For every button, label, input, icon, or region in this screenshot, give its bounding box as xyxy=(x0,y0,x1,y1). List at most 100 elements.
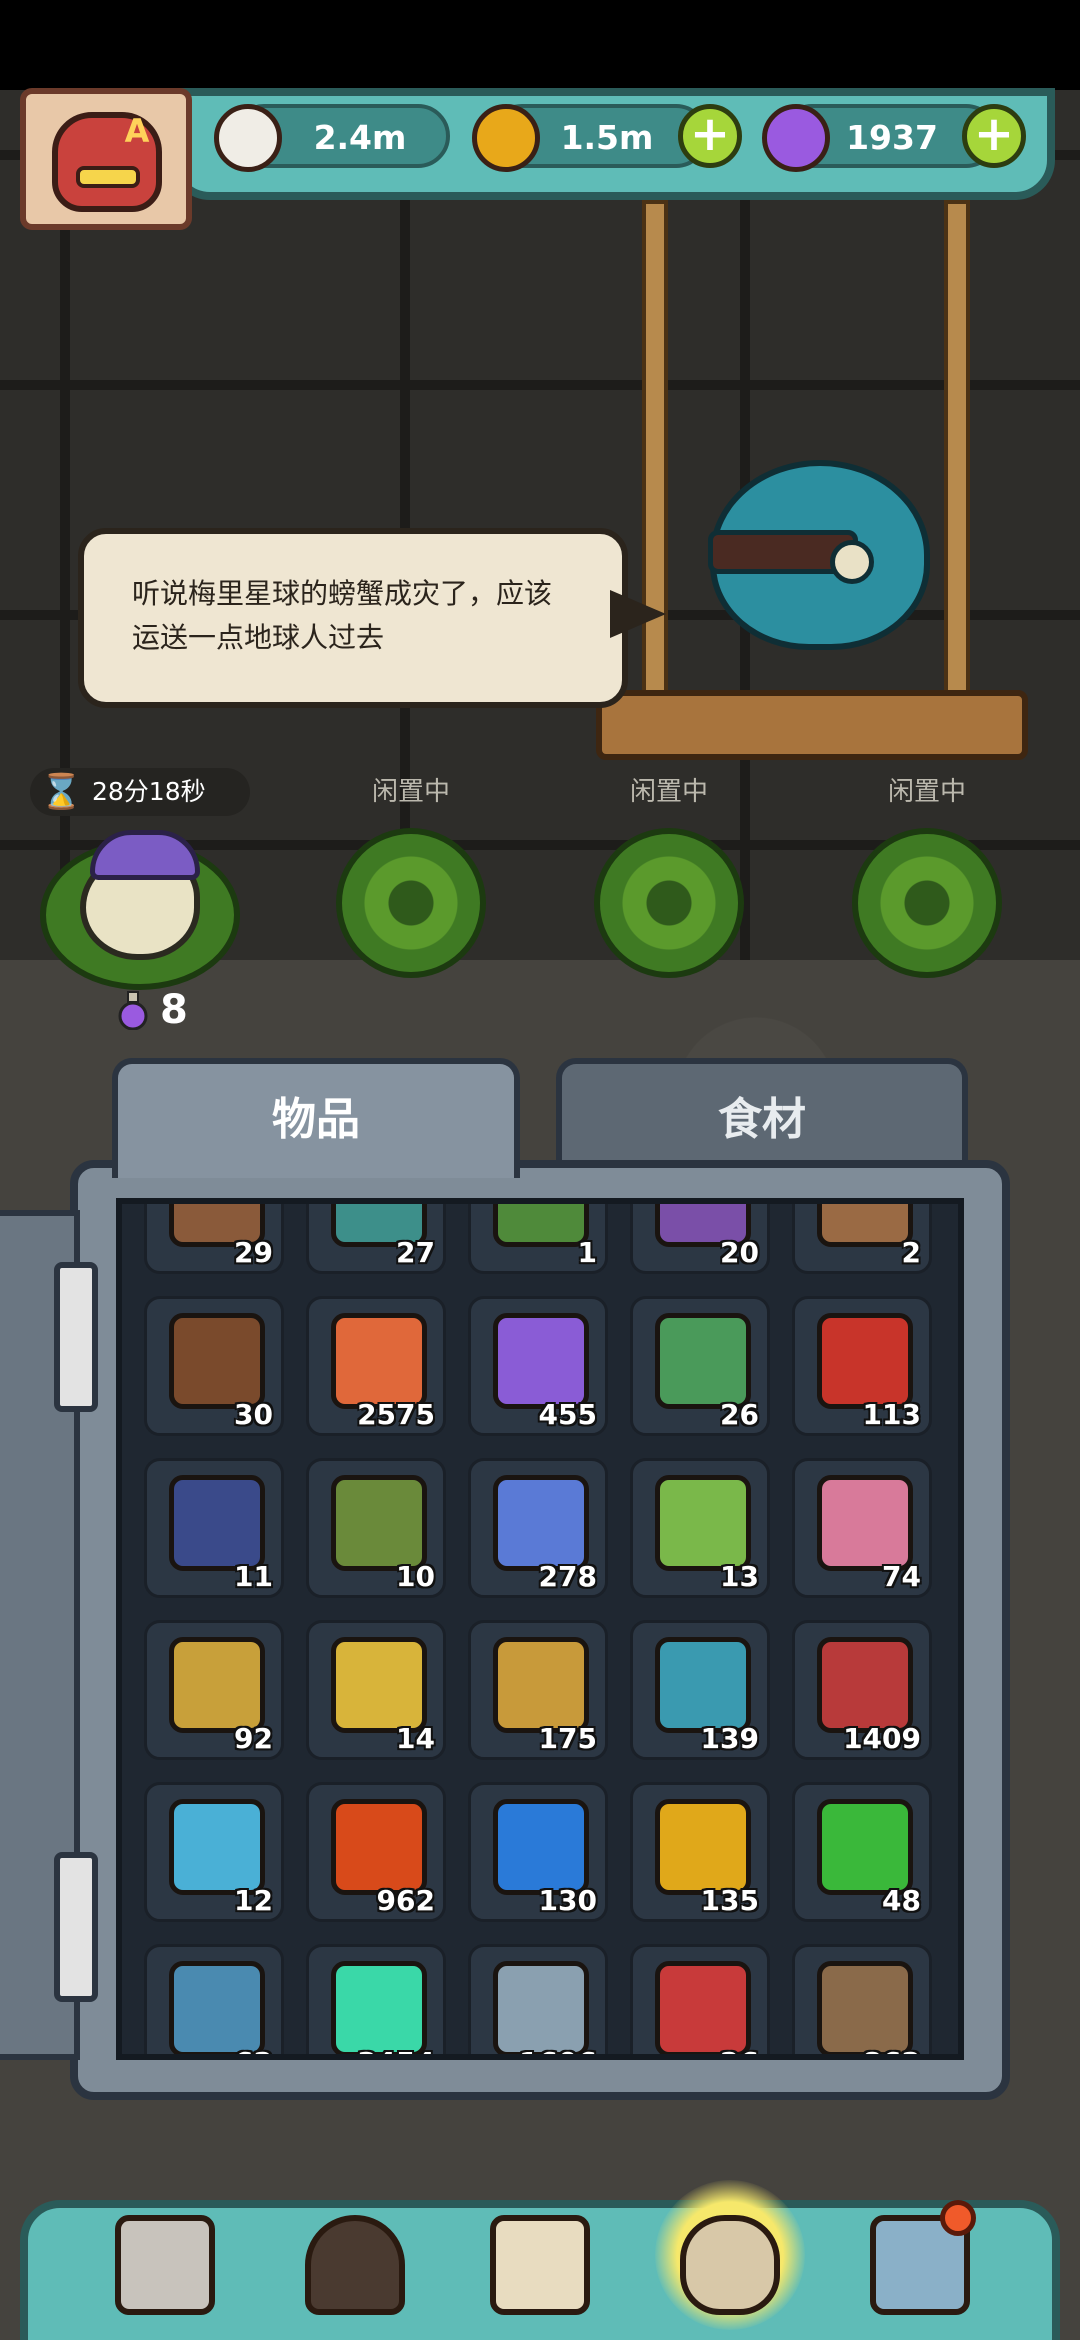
item-count: 26 xyxy=(720,2046,759,2054)
slot-4-empty[interactable] xyxy=(852,828,1002,978)
yellow-pentagon-gem-icon xyxy=(655,1799,751,1895)
potion-icon xyxy=(762,104,830,172)
blue-machine-icon xyxy=(169,1961,265,2054)
inventory-cell[interactable]: 27 xyxy=(306,1204,446,1274)
tin-can-icon xyxy=(655,1961,751,2054)
dialogue-line-1: 听说梅里星球的螃蟹成灾了，应该 xyxy=(132,577,553,610)
jester-sock-icon xyxy=(817,1637,913,1733)
monster-eye xyxy=(830,540,874,584)
speech-bubble-tail xyxy=(610,590,666,638)
inventory-cell[interactable]: 10 xyxy=(306,1458,446,1598)
eyeball-icon xyxy=(214,104,282,172)
inventory-cell[interactable]: 62 xyxy=(144,1944,284,2054)
inventory-grid[interactable]: 29 27 1 20 2 30 2575 455 26 113 11 10 278 13 74 92 14 175… xyxy=(116,1198,964,2060)
inventory-cell[interactable]: 92 xyxy=(144,1620,284,1760)
swing-rope-left xyxy=(642,200,668,720)
inventory-cell[interactable]: 278 xyxy=(468,1458,608,1598)
oil-barrel-icon xyxy=(817,1313,913,1409)
slot-3-empty[interactable] xyxy=(594,828,744,978)
item-count: 10 xyxy=(396,1560,435,1593)
sheep-card-icon xyxy=(493,1637,589,1733)
inventory-cell[interactable]: 26 xyxy=(630,1944,770,2054)
item-count: 26 xyxy=(720,1398,759,1431)
item-count: 2 xyxy=(901,1236,921,1269)
coin-bag-icon xyxy=(680,2215,780,2315)
inventory-cell[interactable]: 3454 xyxy=(306,1944,446,2054)
inventory-cell[interactable]: 13 xyxy=(630,1458,770,1598)
inventory-cell[interactable]: 2 xyxy=(792,1204,932,1274)
tab-items-label[interactable]: 物品 xyxy=(112,1085,520,1155)
tab-ingredients-label[interactable]: 食材 xyxy=(556,1085,968,1155)
anglerfish-monster[interactable] xyxy=(700,440,940,670)
item-count: 130 xyxy=(538,1884,597,1917)
inventory-cell[interactable]: 962 xyxy=(306,1782,446,1922)
nav-book[interactable] xyxy=(480,2205,600,2325)
inventory-cell[interactable]: 30 xyxy=(144,1296,284,1436)
item-count: 278 xyxy=(538,1560,597,1593)
coin-icon xyxy=(472,104,540,172)
inventory-cell[interactable]: 2575 xyxy=(306,1296,446,1436)
inventory-cell[interactable]: 1409 xyxy=(792,1620,932,1760)
inventory-cell[interactable]: 862 xyxy=(792,1944,932,2054)
player-avatar[interactable]: A xyxy=(20,88,192,230)
inventory-cell[interactable]: 20 xyxy=(630,1204,770,1274)
item-count: 20 xyxy=(720,1236,759,1269)
eyeball-value: 2.4m xyxy=(313,118,407,157)
leather-book-icon xyxy=(169,1313,265,1409)
blue-fish-icon xyxy=(169,1799,265,1895)
inventory-cell[interactable]: 11 xyxy=(144,1458,284,1598)
hinge-bottom-icon xyxy=(54,1852,98,2002)
crystal-cluster-icon xyxy=(493,1475,589,1571)
dialogue-line-2: 运送一点地球人过去 xyxy=(132,621,385,654)
wooden-swing xyxy=(596,690,1028,760)
monster-face-icon: A xyxy=(52,112,162,212)
inventory-cell[interactable]: 130 xyxy=(468,1782,608,1922)
slot-3-status: 闲置中 xyxy=(629,777,708,807)
avatar-rank-letter: A xyxy=(124,112,150,150)
hourglass-icon: ⌛ xyxy=(40,772,83,812)
inventory-cell[interactable]: 48 xyxy=(792,1782,932,1922)
nav-furnace[interactable] xyxy=(295,2205,415,2325)
inventory-cell[interactable]: 1606 xyxy=(468,1944,608,2054)
inventory-cell[interactable]: 74 xyxy=(792,1458,932,1598)
item-count: 14 xyxy=(396,1722,435,1755)
inventory-cell[interactable]: 26 xyxy=(630,1296,770,1436)
status-bar xyxy=(0,0,1080,90)
inventory-cell[interactable]: 12 xyxy=(144,1782,284,1922)
inventory-cell[interactable]: 135 xyxy=(630,1782,770,1922)
tail-rope-icon xyxy=(817,1961,913,2054)
green-rock-icon xyxy=(655,1475,751,1571)
teeth-icon xyxy=(76,166,140,188)
gear-creature-icon xyxy=(655,1637,751,1733)
furnace-monster-icon xyxy=(305,2215,405,2315)
inventory-cell[interactable]: 113 xyxy=(792,1296,932,1436)
inventory-cell[interactable]: 1 xyxy=(468,1204,608,1274)
item-count: 455 xyxy=(538,1398,597,1431)
item-count: 1606 xyxy=(519,2046,597,2054)
spooky-card-icon xyxy=(331,1475,427,1571)
inventory-cell[interactable]: 139 xyxy=(630,1620,770,1760)
green-hexagon-gem-icon xyxy=(817,1799,913,1895)
inventory-cell[interactable]: 455 xyxy=(468,1296,608,1436)
inventory-cell[interactable]: 14 xyxy=(306,1620,446,1760)
slot-4-status: 闲置中 xyxy=(887,777,966,807)
treasure-map-icon xyxy=(817,1475,913,1571)
meat-bone-icon xyxy=(331,1313,427,1409)
hinge-top-icon xyxy=(54,1262,98,1412)
item-count: 11 xyxy=(234,1560,273,1593)
slot-2-status: 闲置中 xyxy=(371,777,450,807)
slot-1-occupied[interactable] xyxy=(40,820,240,990)
nav-shop[interactable] xyxy=(105,2205,225,2325)
inventory-cell[interactable]: 175 xyxy=(468,1620,608,1760)
dialogue-text: 听说梅里星球的螃蟹成灾了，应该 运送一点地球人过去 xyxy=(132,572,602,660)
stained-glass-icon xyxy=(169,1637,265,1733)
item-count: 139 xyxy=(700,1722,759,1755)
slot-2-empty[interactable] xyxy=(336,828,486,978)
add-potions-button[interactable]: + xyxy=(962,104,1026,168)
item-count: 113 xyxy=(862,1398,921,1431)
nav-bag[interactable] xyxy=(670,2205,790,2325)
add-coins-button[interactable]: + xyxy=(678,104,742,168)
swing-rope-right xyxy=(944,200,970,720)
item-count: 27 xyxy=(396,1236,435,1269)
inventory-cell[interactable]: 29 xyxy=(144,1204,284,1274)
